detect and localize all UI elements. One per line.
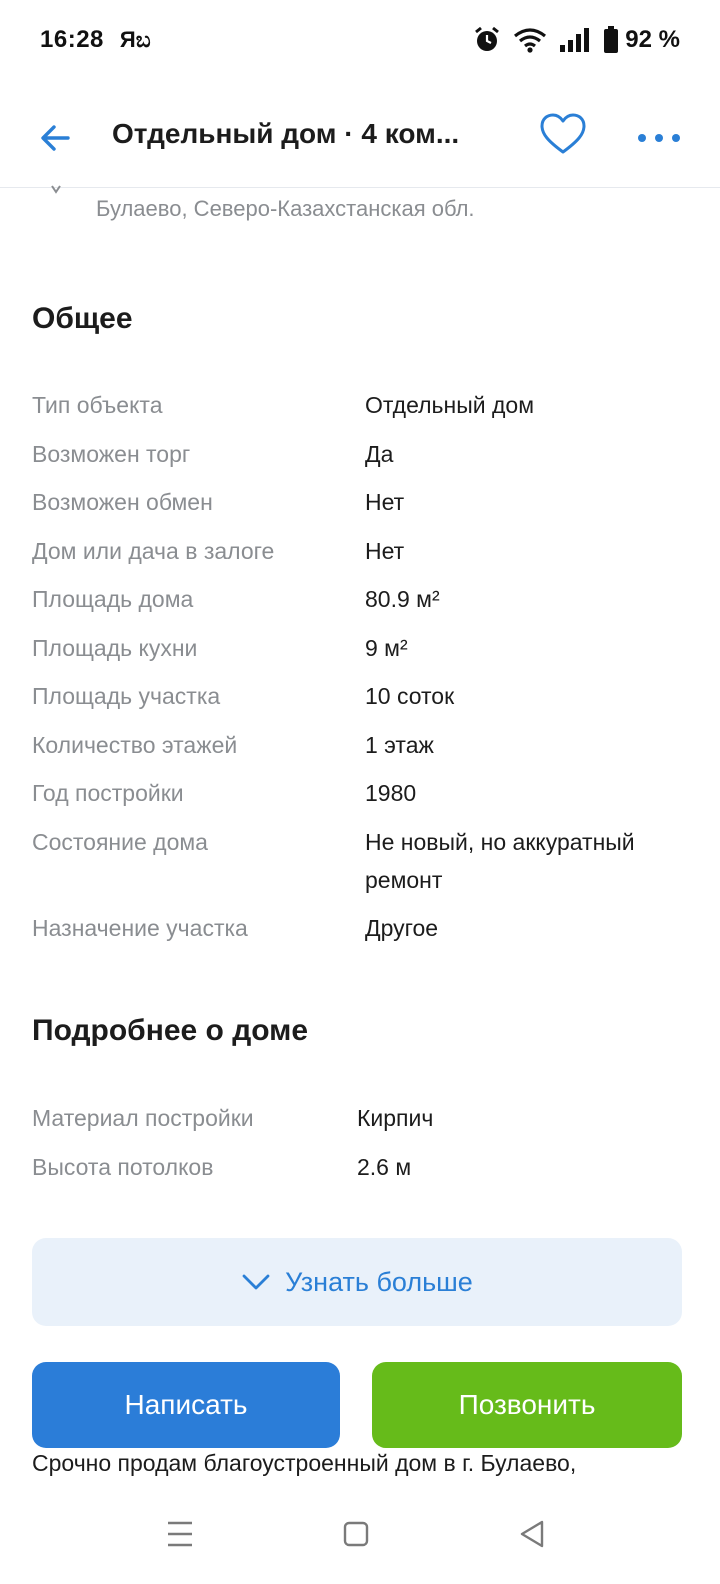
heart-icon[interactable] [538,110,588,160]
property-label: Назначение участка [32,915,248,941]
property-value: 1980 [365,780,417,806]
property-value: Нет [365,489,405,515]
battery-level: 92 % [625,26,680,53]
property-label: Площадь участка [32,683,221,709]
listing-address: Булаево, Северо-Казахстанская обл. [96,196,475,221]
call-button[interactable]: Позвонить [372,1362,682,1448]
property-label: Дом или дача в залоге [32,538,275,564]
section-title-general: Общее [32,302,133,335]
learn-more-button[interactable]: Узнать больше [32,1238,682,1326]
property-label: Количество этажей [32,732,238,758]
property-value: Да [365,441,394,467]
property-value: Отдельный дом [365,392,535,418]
learn-more-label: Узнать больше [285,1266,473,1297]
property-value: Нет [365,538,405,564]
back-triangle-icon[interactable] [508,1510,556,1558]
location-pin-icon [51,185,61,194]
property-label: Возможен обмен [32,489,213,515]
write-button-label: Написать [124,1389,248,1420]
property-value: 2.6 м [357,1154,412,1180]
property-value: 1 этаж [365,732,434,758]
property-value: 9 м² [365,635,408,661]
notification-icon: Яಬ [119,27,151,52]
alarm-icon [475,26,500,51]
back-arrow-icon[interactable] [36,118,76,158]
menu-icon[interactable] [156,1510,204,1558]
call-button-label: Позвонить [458,1389,596,1420]
more-options-icon[interactable] [634,118,684,158]
listing-screen: 16:28 Яಬ 92 % Отдельный дом · 4 ком... Б… [0,0,720,1584]
page-title: Отдельный дом · 4 ком... [112,118,460,149]
status-time: 16:28 [40,26,104,53]
status-icons: 92 % [473,26,680,54]
property-value: Другое [365,915,439,941]
property-label: Материал постройки [32,1105,254,1131]
property-label: Площадь дома [32,586,194,612]
section-title-house-details: Подробнее о доме [32,1014,309,1047]
write-message-button[interactable]: Написать [32,1362,340,1448]
home-square-icon[interactable] [332,1510,380,1558]
property-label: Высота потолков [32,1154,214,1180]
property-value: Не новый, но аккуратный ремонт [365,829,635,893]
system-nav-bar [0,1484,720,1584]
chevron-down-icon [242,1274,270,1290]
property-label: Возможен торг [32,441,191,467]
listing-description: Срочно продам благоустроенный дом в г. Б… [32,1450,577,1476]
property-label: Год постройки [32,780,184,806]
property-value: 80.9 м² [365,586,440,612]
battery-icon [604,26,619,53]
status-bar: 16:28 Яಬ 92 % [0,0,720,80]
wifi-icon [514,28,547,53]
signal-icon [560,28,590,52]
property-label: Площадь кухни [32,635,198,661]
property-value: 10 соток [365,683,455,709]
property-label: Тип объекта [32,392,163,418]
top-app-bar: Отдельный дом · 4 ком... [0,88,720,188]
property-label: Состояние дома [32,829,208,855]
property-value: Кирпич [357,1105,434,1131]
